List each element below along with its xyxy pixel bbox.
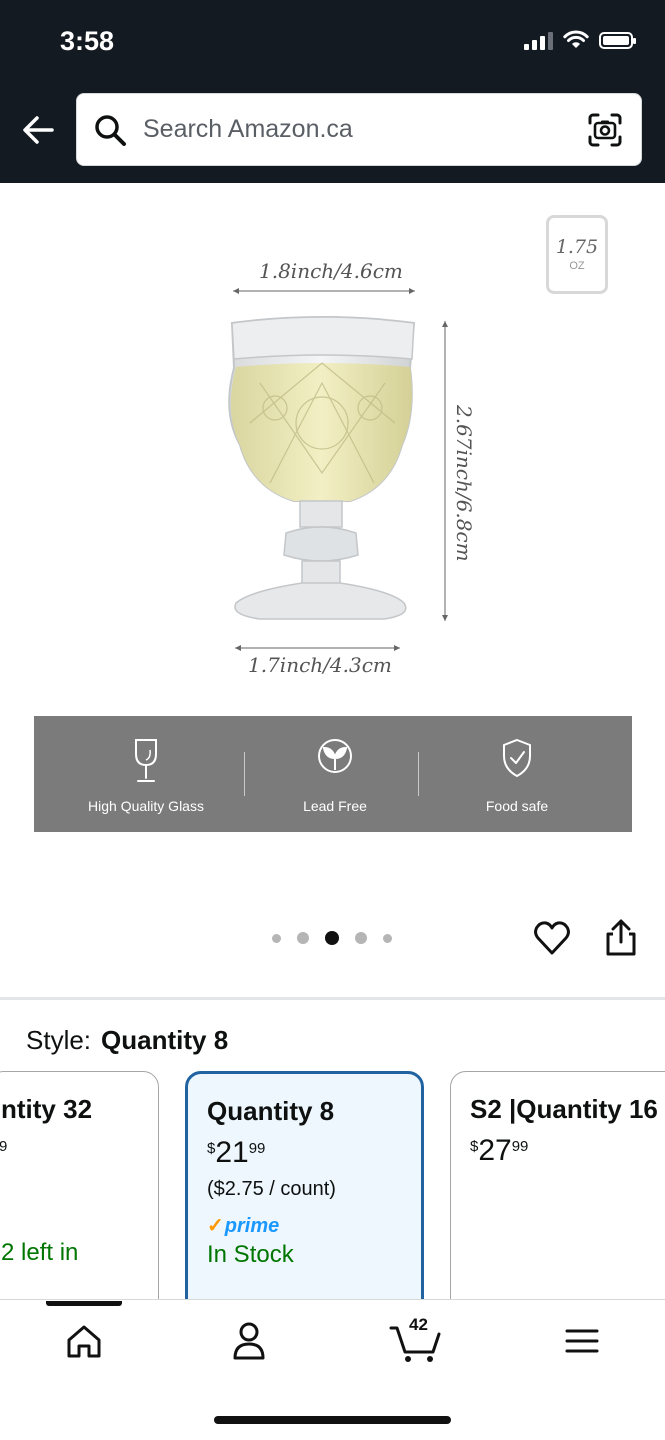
signal-icon	[524, 30, 553, 50]
shield-check-icon	[503, 738, 531, 778]
search-bar[interactable]	[76, 93, 642, 166]
feature-label: Food safe	[485, 798, 549, 814]
option-price: 9	[0, 1134, 7, 1155]
status-time: 3:58	[60, 26, 115, 56]
capacity-badge: 1.75 OZ	[546, 215, 608, 294]
prime-badge: ✓prime	[207, 1213, 279, 1238]
nav-active-indicator	[46, 1301, 122, 1306]
style-option-s2-quantity-16[interactable]: S2 |Quantity 16 $2799	[450, 1071, 665, 1331]
price-whole: 27	[478, 1134, 512, 1167]
capacity-unit: OZ	[569, 260, 585, 272]
home-icon[interactable]	[59, 1318, 109, 1364]
carousel-dot[interactable]	[297, 932, 309, 944]
battery-icon	[599, 31, 636, 49]
option-price: $2799	[470, 1134, 528, 1168]
style-selected-value: Quantity 8	[101, 1025, 229, 1055]
style-option-quantity-8[interactable]: Quantity 8 $2199 ($2.75 / count) ✓prime …	[185, 1071, 424, 1331]
price-symbol: $	[470, 1138, 479, 1155]
style-option-quantity-32[interactable]: ntity 32 9 2 left in	[0, 1071, 159, 1331]
prime-label: prime	[224, 1215, 280, 1237]
account-icon[interactable]	[224, 1318, 274, 1364]
option-unit-price: ($2.75 / count)	[207, 1178, 336, 1200]
carousel-dot[interactable]	[355, 932, 367, 944]
feature-strip: High Quality Glass Lead Free Food safe	[34, 716, 632, 832]
feature-divider	[418, 752, 419, 796]
status-icons	[524, 30, 636, 50]
carousel-dot-active[interactable]	[325, 931, 339, 945]
option-title: Quantity 8	[207, 1096, 335, 1126]
image-carousel-dots[interactable]	[272, 931, 392, 945]
option-title: S2 |Quantity 16	[470, 1094, 658, 1124]
price-fraction: 9	[0, 1138, 7, 1155]
style-label: Style:	[26, 1025, 92, 1055]
prime-check-icon: ✓	[207, 1215, 224, 1237]
feature-label: Lead Free	[303, 798, 367, 814]
height-label: 2.67inch/6.8cm	[452, 405, 476, 562]
option-stock: 2 left in	[1, 1239, 79, 1266]
option-stock: In Stock	[207, 1241, 294, 1268]
capacity-value: 1.75	[555, 236, 599, 258]
share-icon[interactable]	[603, 918, 639, 958]
price-whole: 21	[215, 1136, 249, 1169]
wishlist-heart-icon[interactable]	[533, 919, 571, 957]
section-divider	[0, 997, 665, 1000]
search-icon	[95, 114, 126, 146]
style-row: Style: Quantity 8	[26, 1025, 228, 1056]
base-width-label: 1.7inch/4.3cm	[248, 653, 392, 677]
carousel-dot[interactable]	[383, 933, 392, 943]
carousel-dot[interactable]	[272, 933, 281, 943]
feature-lead-free: Lead Free	[252, 716, 418, 832]
wifi-icon	[563, 30, 589, 48]
price-fraction: 99	[511, 1138, 529, 1155]
top-bar: 3:58	[0, 0, 665, 183]
feature-divider	[244, 752, 245, 796]
feature-food-safe: Food safe	[426, 716, 608, 832]
option-title: ntity 32	[1, 1094, 93, 1124]
menu-icon[interactable]	[557, 1318, 607, 1364]
wine-glass-icon	[135, 739, 157, 782]
price-fraction: 99	[248, 1140, 266, 1157]
leaf-icon	[318, 739, 352, 773]
back-arrow-icon[interactable]	[18, 110, 58, 150]
cart-count-badge: 42	[409, 1315, 428, 1334]
feature-high-quality-glass: High Quality Glass	[54, 716, 238, 832]
camera-search-icon[interactable]	[587, 112, 623, 148]
feature-label: High Quality Glass	[88, 798, 204, 814]
home-indicator	[214, 1416, 451, 1424]
top-width-label: 1.8inch/4.6cm	[259, 259, 403, 283]
search-input[interactable]	[141, 114, 565, 145]
price-symbol: $	[207, 1140, 216, 1157]
option-price: $2199	[207, 1136, 265, 1170]
